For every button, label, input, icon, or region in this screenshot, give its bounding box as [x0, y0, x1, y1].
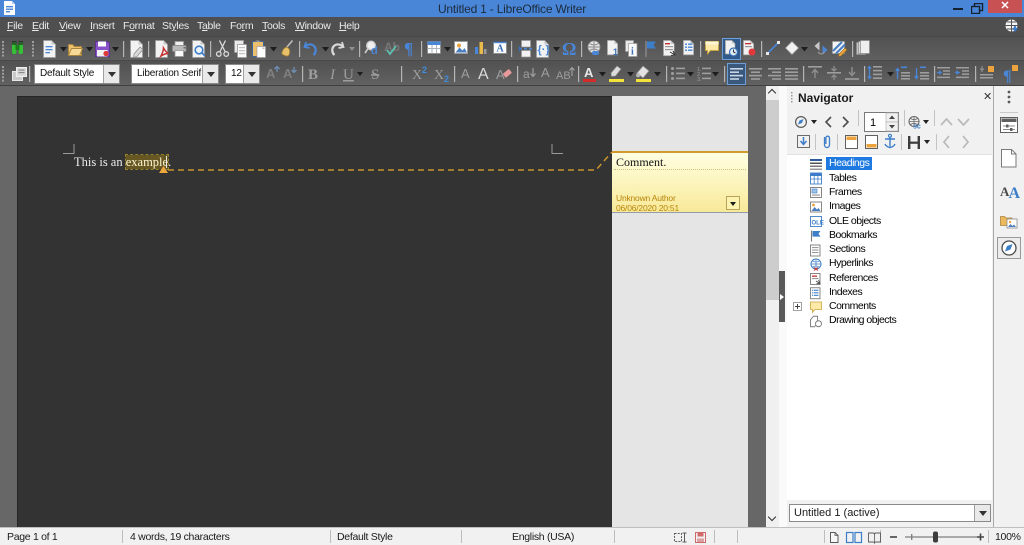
svg-text:S: S	[371, 67, 379, 83]
svg-text:{·}: {·}	[538, 44, 551, 56]
svg-text:A: A	[478, 66, 489, 83]
svg-text:¶: ¶	[1003, 68, 1012, 85]
svg-text:1: 1	[613, 47, 618, 57]
svg-text:A: A	[497, 44, 505, 55]
svg-text:d: d	[371, 45, 378, 57]
svg-text:A: A	[283, 66, 293, 81]
svg-text:B: B	[308, 67, 318, 83]
svg-text:I: I	[329, 67, 336, 83]
svg-text:1: 1	[870, 117, 876, 129]
svg-text:3.: 3.	[697, 77, 702, 83]
svg-text:Ω: Ω	[562, 39, 576, 59]
svg-text:A: A	[541, 65, 550, 80]
svg-text:a: a	[523, 67, 530, 81]
svg-text:A: A	[461, 66, 470, 81]
svg-text:OLE: OLE	[812, 221, 824, 227]
svg-text:AB: AB	[556, 70, 571, 82]
svg-text:2: 2	[444, 74, 449, 84]
svg-text:A: A	[1009, 185, 1021, 202]
svg-text:U: U	[343, 67, 354, 83]
svg-text:X: X	[434, 68, 444, 83]
svg-text:A: A	[584, 65, 594, 80]
svg-text:X: X	[412, 68, 422, 83]
svg-text:sc: sc	[913, 124, 921, 131]
svg-text:i: i	[631, 47, 634, 58]
svg-text:2: 2	[422, 65, 427, 75]
svg-text:¶: ¶	[404, 39, 413, 58]
